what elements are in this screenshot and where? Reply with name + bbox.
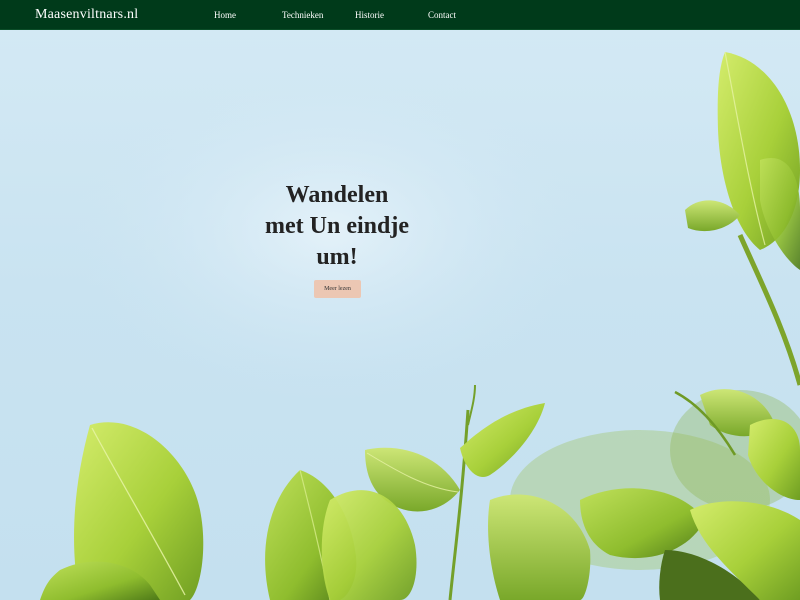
nav-home[interactable]: Home xyxy=(214,10,236,20)
hero-title-line-1: Wandelen xyxy=(285,182,389,208)
nav-technieken[interactable]: Technieken xyxy=(282,10,323,20)
hero-title-line-2: met Un eindje xyxy=(265,213,409,239)
site-brand[interactable]: Maasenviltnars.nl xyxy=(35,7,138,23)
read-more-button[interactable]: Meer lezen xyxy=(314,280,361,298)
nav-historie[interactable]: Historie xyxy=(355,10,384,20)
nav-contact[interactable]: Contact xyxy=(428,10,456,20)
hero-title-line-3: um! xyxy=(316,244,358,270)
hero-section: Wandelen met Un eindje um! Meer lezen xyxy=(0,30,800,600)
leaves-background-image xyxy=(40,51,800,600)
top-navbar: Maasenviltnars.nl Home Technieken Histor… xyxy=(0,0,800,30)
hero-title: Wandelen met Un eindje um! xyxy=(237,180,437,273)
